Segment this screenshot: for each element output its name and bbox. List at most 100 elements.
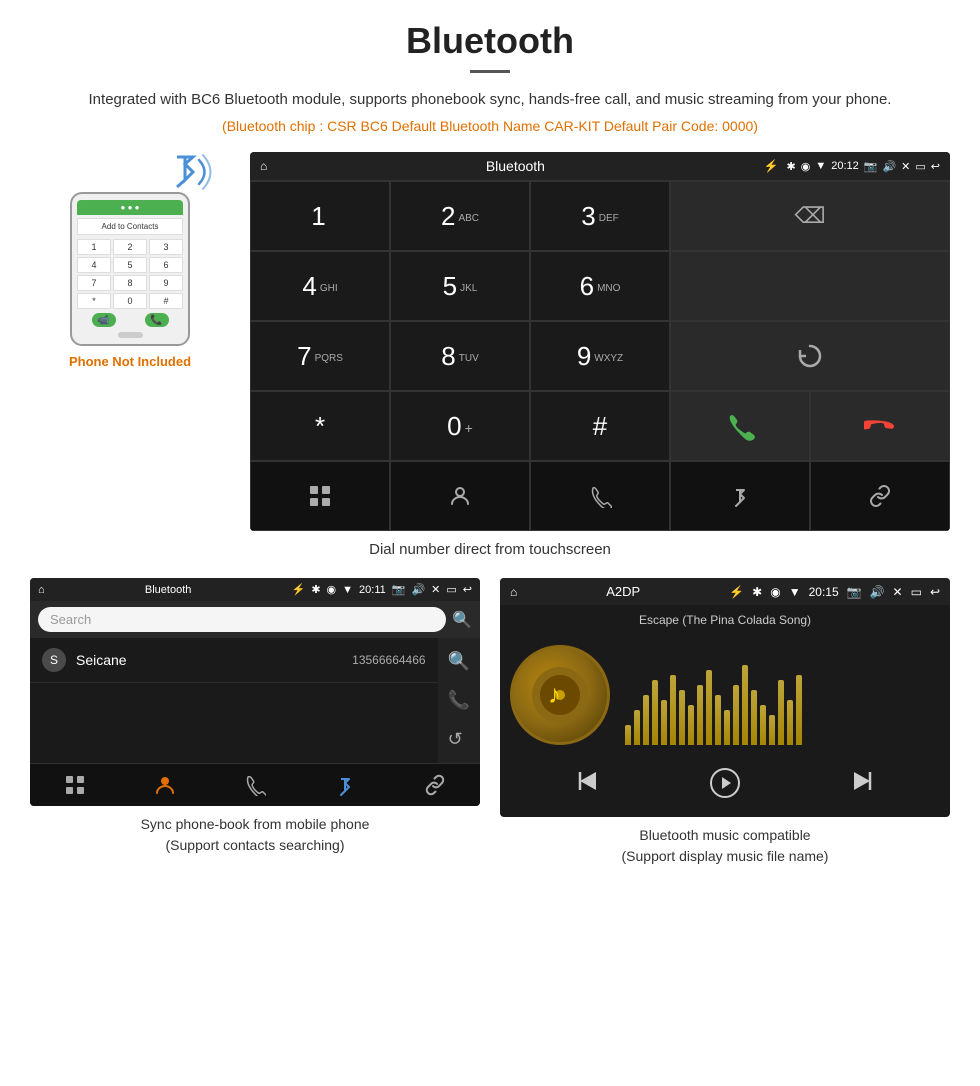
pb-bottom-phone-icon[interactable] [210, 774, 300, 796]
pb-bottom-link-icon[interactable] [390, 774, 480, 796]
viz-bar [760, 705, 766, 745]
pb-status-bar: ⌂ Bluetooth ⚡ ✱ ◉ ▼ 20:11 📷 🔊 ✕ ▭ ↩ [30, 578, 480, 601]
pb-search-icon[interactable]: 🔍 [452, 610, 472, 630]
pb-contact-name: Seicane [76, 652, 342, 668]
dial-key-6[interactable]: 6MNO [530, 251, 670, 321]
usb-icon: ⚡ [764, 159, 779, 173]
pb-sidebar-search-icon[interactable]: 🔍 [448, 651, 470, 672]
music-time: 20:15 [809, 585, 839, 599]
pb-bottom-bar [30, 763, 480, 806]
pb-home-icon[interactable]: ⌂ [38, 584, 45, 596]
phone-dialpad: 1 2 3 4 5 6 7 8 9 * 0 # [77, 239, 183, 309]
viz-bar [787, 700, 793, 745]
bluetooth-status-icon: ✱ [787, 160, 796, 173]
dial-key-2[interactable]: 2ABC [390, 181, 530, 251]
phone-key: 6 [149, 257, 183, 273]
music-close-icon[interactable]: ✕ [893, 585, 903, 599]
page-container: Bluetooth Integrated with BC6 Bluetooth … [0, 0, 980, 902]
pb-close-icon[interactable]: ✕ [431, 583, 440, 596]
dial-key-9[interactable]: 9WXYZ [530, 321, 670, 391]
phone-body: ● ● ● Add to Contacts 1 2 3 4 5 6 7 8 9 … [70, 192, 190, 346]
pb-sidebar: 🔍 📞 ↺ [438, 638, 480, 763]
status-time: 20:12 [831, 160, 859, 172]
phone-green-btn: 📹 [92, 313, 116, 327]
title-section: Bluetooth Integrated with BC6 Bluetooth … [30, 20, 950, 134]
dial-bottom-link-icon[interactable] [810, 461, 950, 531]
dial-call-button[interactable] [670, 391, 810, 461]
music-next-icon[interactable] [848, 767, 876, 805]
pb-search-field[interactable]: Search [38, 607, 446, 632]
music-panel-wrapper: ⌂ A2DP ⚡ ✱ ◉ ▼ 20:15 📷 🔊 ✕ ▭ ↩ Escape (T… [500, 578, 950, 867]
music-cam-icon: 📷 [847, 585, 862, 599]
phone-key: 3 [149, 239, 183, 255]
page-title: Bluetooth [30, 20, 950, 62]
phonebook-caption-line2: (Support contacts searching) [166, 837, 345, 853]
dial-caption: Dial number direct from touchscreen [30, 541, 950, 558]
dial-bottom-grid-icon[interactable] [250, 461, 390, 531]
dial-bottom-bluetooth-icon[interactable] [670, 461, 810, 531]
phonebook-caption-line1: Sync phone-book from mobile phone [141, 816, 370, 832]
pb-sidebar-refresh-icon[interactable]: ↺ [448, 729, 470, 750]
viz-bar [643, 695, 649, 745]
back-icon[interactable]: ↩ [931, 160, 940, 173]
svg-text:♪: ♪ [548, 679, 561, 709]
dial-key-8[interactable]: 8TUV [390, 321, 530, 391]
dial-key-4[interactable]: 4GHI [250, 251, 390, 321]
pb-bottom-contacts-icon[interactable] [120, 774, 210, 796]
dial-bottom-contacts-icon[interactable] [390, 461, 530, 531]
viz-bar [796, 675, 802, 745]
pb-bottom-bluetooth-icon[interactable] [300, 774, 390, 796]
phone-key: 7 [77, 275, 111, 291]
dial-key-star[interactable]: * [250, 391, 390, 461]
phonebook-screen: ⌂ Bluetooth ⚡ ✱ ◉ ▼ 20:11 📷 🔊 ✕ ▭ ↩ Sear… [30, 578, 480, 806]
home-icon[interactable]: ⌂ [260, 159, 267, 173]
music-play-pause-icon[interactable] [709, 767, 741, 805]
dial-key-5[interactable]: 5JKL [390, 251, 530, 321]
music-status-bar: ⌂ A2DP ⚡ ✱ ◉ ▼ 20:15 📷 🔊 ✕ ▭ ↩ [500, 578, 950, 605]
phone-key: 9 [149, 275, 183, 291]
phone-key: 1 [77, 239, 111, 255]
dial-key-1[interactable]: 1 [250, 181, 390, 251]
subtitle-text: Integrated with BC6 Bluetooth module, su… [30, 88, 950, 112]
music-caption: Bluetooth music compatible (Support disp… [500, 825, 950, 867]
viz-bar [652, 680, 658, 745]
dial-bottom-phone-icon[interactable] [530, 461, 670, 531]
bluetooth-signal-icon [155, 142, 215, 209]
dial-backspace[interactable]: ⌫ [670, 181, 950, 251]
pb-sidebar-phone-icon[interactable]: 📞 [448, 690, 470, 711]
dial-key-hash[interactable]: # [530, 391, 670, 461]
phonebook-caption: Sync phone-book from mobile phone (Suppo… [30, 814, 480, 856]
pb-loc-icon: ◉ [327, 583, 337, 596]
pb-bottom-grid-icon[interactable] [30, 774, 120, 796]
dial-key-0[interactable]: 0+ [390, 391, 530, 461]
music-usb-icon: ⚡ [729, 585, 744, 599]
dial-end-button[interactable] [810, 391, 950, 461]
phone-call-btn: 📞 [145, 313, 169, 327]
specs-line: (Bluetooth chip : CSR BC6 Default Blueto… [30, 118, 950, 134]
dial-key-7[interactable]: 7PQRS [250, 321, 390, 391]
screen-icon: ▭ [915, 160, 925, 173]
dial-refresh[interactable] [670, 321, 950, 391]
pb-contact-letter: S [42, 648, 66, 672]
viz-bar [661, 700, 667, 745]
volume-icon: 🔊 [882, 160, 896, 173]
dial-grid: 1 2ABC 3DEF ⌫ 4GHI 5JKL [250, 180, 950, 531]
music-album-art: ♪ [510, 645, 610, 745]
pb-search-bar: Search 🔍 [30, 601, 480, 638]
music-home-icon[interactable]: ⌂ [510, 585, 517, 599]
viz-bar [625, 725, 631, 745]
viz-bar [670, 675, 676, 745]
dial-key-3[interactable]: 3DEF [530, 181, 670, 251]
music-bt-icon: ✱ [752, 585, 762, 599]
music-back-icon[interactable]: ↩ [930, 585, 940, 599]
pb-wifi-icon: ▼ [342, 584, 353, 596]
music-caption-line1: Bluetooth music compatible [639, 827, 810, 843]
pb-back-icon[interactable]: ↩ [463, 583, 472, 596]
close-icon[interactable]: ✕ [901, 160, 910, 173]
pb-contact-item[interactable]: S Seicane 13566664466 [30, 638, 438, 683]
pb-status-title: Bluetooth [51, 584, 286, 596]
pb-bt-icon: ✱ [311, 583, 320, 596]
music-prev-icon[interactable] [574, 767, 602, 805]
viz-bar [706, 670, 712, 745]
music-song-title: Escape (The Pina Colada Song) [500, 605, 950, 635]
